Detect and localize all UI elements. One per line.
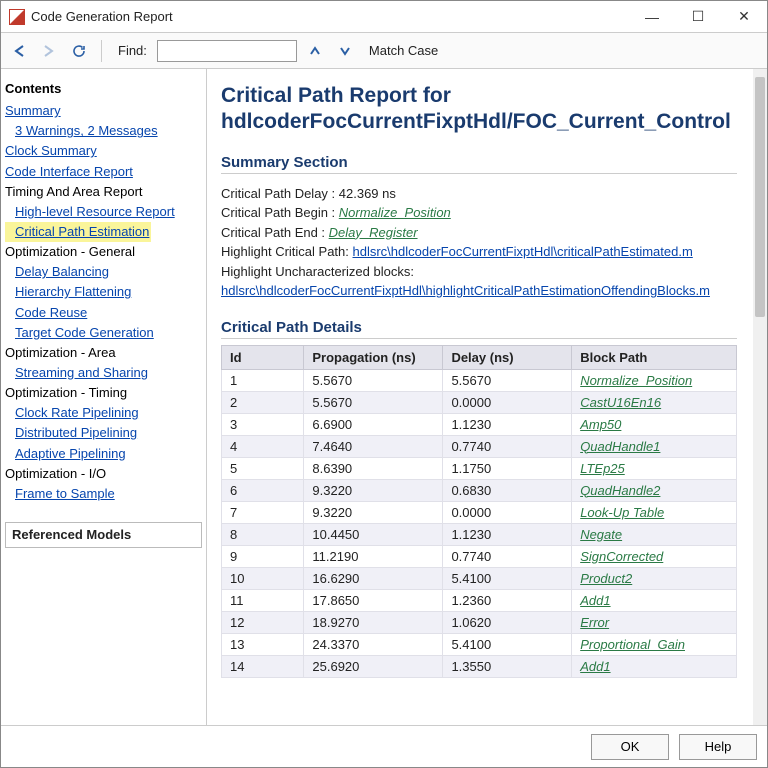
block-path-link[interactable]: Add1 (580, 659, 610, 674)
window-title: Code Generation Report (31, 9, 629, 24)
sidebar-item[interactable]: 3 Warnings, 2 Messages (5, 121, 202, 141)
contents-heading: Contents (5, 79, 202, 99)
find-prev-button[interactable] (303, 39, 327, 63)
table-row: 25.56700.0000CastU16En16 (222, 391, 737, 413)
help-button[interactable]: Help (679, 734, 757, 760)
table-row: 69.32200.6830QuadHandle2 (222, 479, 737, 501)
critical-path-table: Id Propagation (ns) Delay (ns) Block Pat… (221, 345, 737, 678)
sidebar-item: Timing And Area Report (5, 182, 202, 202)
col-block-path: Block Path (572, 345, 737, 369)
find-label: Find: (118, 43, 147, 58)
sidebar-item[interactable]: Frame to Sample (5, 484, 202, 504)
summary-heading: Summary Section (221, 154, 737, 174)
back-button[interactable] (7, 39, 31, 63)
match-case-label[interactable]: Match Case (369, 43, 438, 58)
sidebar-item[interactable]: High-level Resource Report (5, 202, 202, 222)
sidebar-item[interactable]: Summary (5, 101, 202, 121)
minimize-button[interactable]: — (629, 1, 675, 33)
maximize-button[interactable]: ☐ (675, 1, 721, 33)
sidebar-item[interactable]: Distributed Pipelining (5, 423, 202, 443)
block-path-link[interactable]: Normalize_Position (580, 373, 692, 388)
titlebar: Code Generation Report — ☐ ✕ (1, 1, 767, 33)
block-path-link[interactable]: QuadHandle2 (580, 483, 660, 498)
scrollbar[interactable] (753, 69, 767, 725)
critical-path-begin-row: Critical Path Begin : Normalize_Position (221, 203, 737, 223)
report-title: Critical Path Report for hdlcoderFocCurr… (221, 83, 737, 136)
sidebar-item[interactable]: Code Reuse (5, 303, 202, 323)
end-link[interactable]: Delay_Register (329, 225, 418, 240)
sidebar-item[interactable]: Code Interface Report (5, 162, 202, 182)
block-path-link[interactable]: Negate (580, 527, 622, 542)
sidebar-item: Optimization - I/O (5, 464, 202, 484)
sidebar-item[interactable]: Adaptive Pipelining (5, 444, 202, 464)
table-row: 58.63901.1750LTEp25 (222, 457, 737, 479)
app-icon (9, 9, 25, 25)
sidebar-item: Optimization - Area (5, 343, 202, 363)
block-path-link[interactable]: CastU16En16 (580, 395, 661, 410)
block-path-link[interactable]: LTEp25 (580, 461, 625, 476)
sidebar-item[interactable]: Hierarchy Flattening (5, 282, 202, 302)
footer: OK Help (1, 725, 767, 767)
close-button[interactable]: ✕ (721, 1, 767, 33)
block-path-link[interactable]: Proportional_Gain (580, 637, 685, 652)
block-path-link[interactable]: Add1 (580, 593, 610, 608)
sidebar-item[interactable]: Streaming and Sharing (5, 363, 202, 383)
table-row: 1117.86501.2360Add1 (222, 589, 737, 611)
table-row: 36.69001.1230Amp50 (222, 413, 737, 435)
col-delay: Delay (ns) (443, 345, 572, 369)
table-row: 15.56705.5670Normalize_Position (222, 369, 737, 391)
critical-path-delay-row: Critical Path Delay : 42.369 ns (221, 184, 737, 204)
block-path-link[interactable]: Amp50 (580, 417, 621, 432)
scrollbar-thumb[interactable] (755, 77, 765, 317)
block-path-link[interactable]: Error (580, 615, 609, 630)
block-path-link[interactable]: Look-Up Table (580, 505, 664, 520)
col-propagation: Propagation (ns) (304, 345, 443, 369)
find-next-button[interactable] (333, 39, 357, 63)
app-window: Code Generation Report — ☐ ✕ Find: Match… (0, 0, 768, 768)
sidebar-item: Optimization - General (5, 242, 202, 262)
ok-button[interactable]: OK (591, 734, 669, 760)
report-pane: Critical Path Report for hdlcoderFocCurr… (207, 69, 753, 725)
table-row: 911.21900.7740SignCorrected (222, 545, 737, 567)
block-path-link[interactable]: SignCorrected (580, 549, 663, 564)
block-path-link[interactable]: Product2 (580, 571, 632, 586)
sidebar-item[interactable]: Clock Summary (5, 141, 202, 161)
highlight-uncharacterized-link[interactable]: hdlsrc\hdlcoderFocCurrentFixptHdl\highli… (221, 283, 710, 298)
table-row: 1218.92701.0620Error (222, 611, 737, 633)
find-input[interactable] (157, 40, 297, 62)
sidebar-item[interactable]: Delay Balancing (5, 262, 202, 282)
details-heading: Critical Path Details (221, 319, 737, 339)
highlight-path-link[interactable]: hdlsrc\hdlcoderFocCurrentFixptHdl\critic… (353, 244, 693, 259)
table-row: 47.46400.7740QuadHandle1 (222, 435, 737, 457)
sidebar-item[interactable]: Target Code Generation (5, 323, 202, 343)
begin-link[interactable]: Normalize_Position (339, 205, 451, 220)
sidebar-item[interactable]: Critical Path Estimation (15, 222, 149, 242)
table-row: 79.32200.0000Look-Up Table (222, 501, 737, 523)
toolbar-separator (101, 40, 102, 62)
referenced-models-heading: Referenced Models (5, 522, 202, 548)
critical-path-end-row: Critical Path End : Delay_Register (221, 223, 737, 243)
highlight-critical-path-row: Highlight Critical Path: hdlsrc\hdlcoder… (221, 242, 737, 262)
sidebar-item[interactable]: Clock Rate Pipelining (5, 403, 202, 423)
sidebar: Contents Summary3 Warnings, 2 MessagesCl… (1, 69, 207, 725)
table-row: 1324.33705.4100Proportional_Gain (222, 633, 737, 655)
highlight-uncharacterized-label: Highlight Uncharacterized blocks: (221, 262, 737, 282)
forward-button[interactable] (37, 39, 61, 63)
sidebar-item: Optimization - Timing (5, 383, 202, 403)
block-path-link[interactable]: QuadHandle1 (580, 439, 660, 454)
table-row: 1425.69201.3550Add1 (222, 655, 737, 677)
toolbar: Find: Match Case (1, 33, 767, 69)
table-row: 1016.62905.4100Product2 (222, 567, 737, 589)
refresh-button[interactable] (67, 39, 91, 63)
col-id: Id (222, 345, 304, 369)
table-row: 810.44501.1230Negate (222, 523, 737, 545)
